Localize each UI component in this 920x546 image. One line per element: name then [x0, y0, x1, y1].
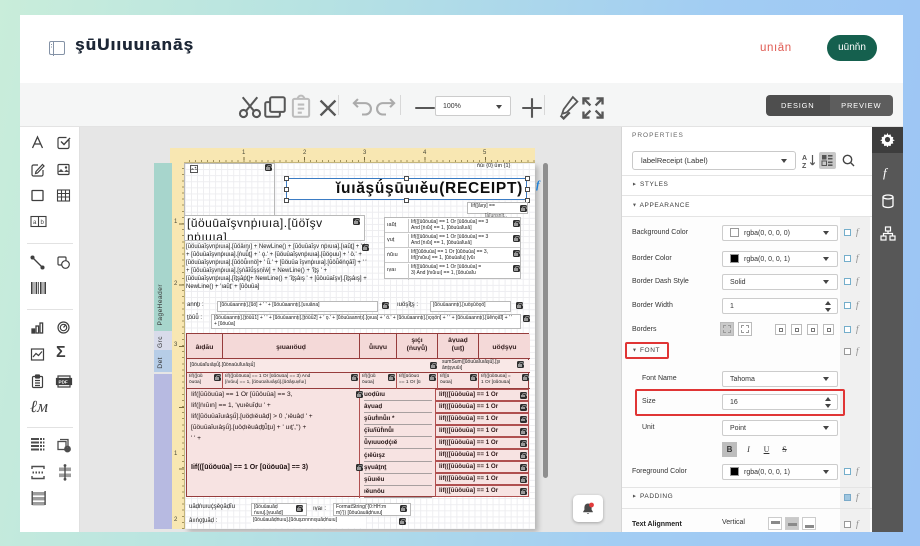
svg-text:b: b — [41, 220, 45, 226]
svg-text:a: a — [33, 220, 37, 226]
svg-text:PDF: PDF — [59, 380, 68, 385]
svg-text:A: A — [802, 155, 807, 162]
svg-text:Z: Z — [802, 163, 807, 169]
